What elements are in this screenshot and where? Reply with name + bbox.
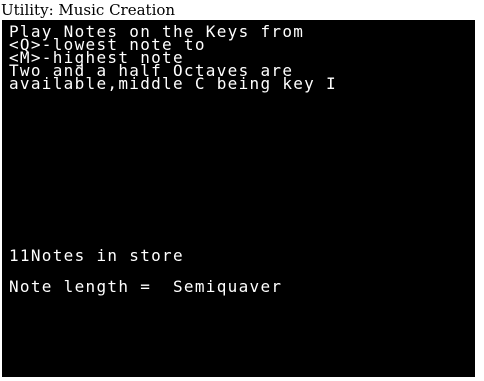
- app-window: Utility: Music Creation Play Notes on th…: [0, 0, 484, 381]
- emulator-screen[interactable]: Play Notes on the Keys from <Q>-lowest n…: [2, 20, 475, 377]
- notes-in-store-status: 11Notes in store: [9, 246, 184, 265]
- note-length-status: Note length = Semiquaver: [9, 277, 283, 296]
- instruction-line-5: available,middle C being key I: [9, 74, 337, 93]
- window-title: Utility: Music Creation: [1, 1, 176, 19]
